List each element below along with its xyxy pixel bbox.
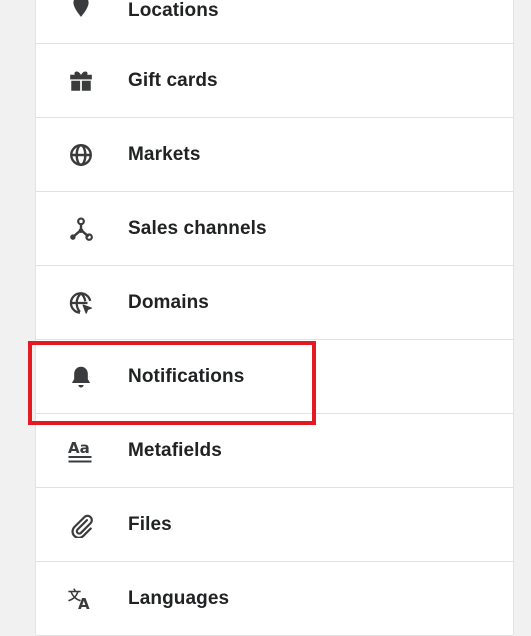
domains-icon <box>68 290 94 316</box>
svg-text:A: A <box>78 595 90 612</box>
paperclip-icon <box>68 512 94 538</box>
settings-panel: Locations Gift cards Markets Sales chann… <box>35 0 514 636</box>
settings-item-domains[interactable]: Domains <box>36 266 513 340</box>
settings-item-label: Sales channels <box>128 217 267 239</box>
settings-item-label: Domains <box>128 291 209 313</box>
settings-item-label: Markets <box>128 143 201 165</box>
sales-channels-icon <box>68 216 94 242</box>
globe-icon <box>68 142 94 168</box>
settings-item-gift-cards[interactable]: Gift cards <box>36 44 513 118</box>
settings-item-languages[interactable]: 文 A Languages <box>36 562 513 636</box>
metafields-icon: Aa <box>68 438 94 464</box>
settings-item-files[interactable]: Files <box>36 488 513 562</box>
bell-icon <box>68 364 94 390</box>
location-icon <box>68 0 94 19</box>
settings-item-markets[interactable]: Markets <box>36 118 513 192</box>
settings-item-notifications[interactable]: Notifications <box>36 340 513 414</box>
settings-item-label: Languages <box>128 587 230 609</box>
settings-item-metafields[interactable]: Aa Metafields <box>36 414 513 488</box>
gift-card-icon <box>68 68 94 94</box>
settings-item-label: Metafields <box>128 439 222 461</box>
svg-text:Aa: Aa <box>68 439 90 457</box>
settings-item-label: Files <box>128 513 172 535</box>
settings-item-label: Gift cards <box>128 69 218 91</box>
settings-item-label: Notifications <box>128 365 245 387</box>
settings-item-locations[interactable]: Locations <box>36 0 513 44</box>
translate-icon: 文 A <box>68 586 94 612</box>
settings-menu: Locations Gift cards Markets Sales chann… <box>36 0 513 636</box>
settings-item-label: Locations <box>128 0 219 21</box>
settings-item-sales-channels[interactable]: Sales channels <box>36 192 513 266</box>
